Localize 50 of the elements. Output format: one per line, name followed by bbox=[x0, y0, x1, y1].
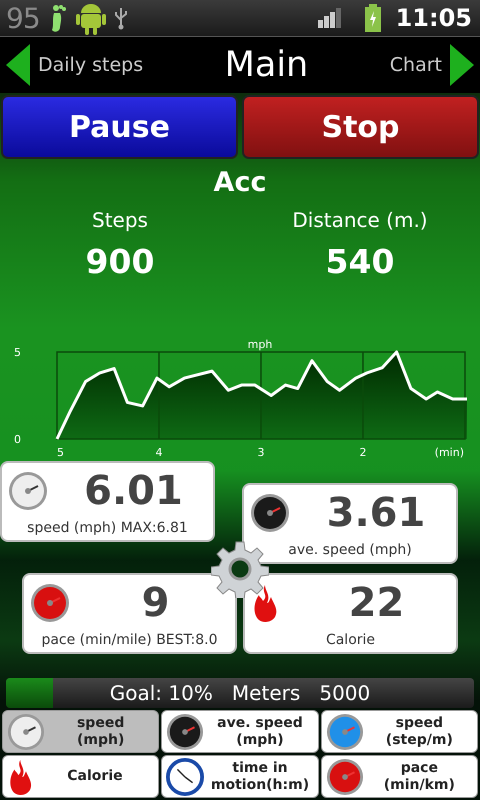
pause-button[interactable]: Pause bbox=[1, 95, 238, 159]
gauge-icon bbox=[250, 493, 290, 534]
metric-value: 9 bbox=[140, 579, 170, 628]
chart-link[interactable]: Chart bbox=[390, 54, 442, 76]
gauge-icon bbox=[166, 712, 204, 750]
signal-icon bbox=[318, 8, 342, 28]
stat-value: 540 bbox=[326, 242, 394, 281]
usb-icon bbox=[114, 6, 128, 30]
axis-label: 5 bbox=[57, 446, 64, 459]
axis-label: 5 bbox=[14, 346, 21, 359]
metric-label: Calorie bbox=[324, 632, 376, 648]
axis-label: 2 bbox=[359, 446, 366, 459]
metric-selector-item[interactable]: speed (mph) bbox=[2, 710, 160, 753]
axis-title: (min) bbox=[434, 446, 464, 459]
gauge-icon bbox=[326, 712, 364, 750]
screen-title: Main bbox=[224, 45, 310, 85]
clock-time: 11:05 bbox=[396, 4, 472, 32]
gauge-icon bbox=[326, 758, 364, 796]
left-arrow-icon[interactable] bbox=[6, 44, 30, 86]
stat-label: Steps bbox=[92, 208, 148, 232]
metric-selector-item[interactable]: pace (min/km) bbox=[320, 755, 478, 798]
stop-button[interactable]: Stop bbox=[242, 95, 479, 159]
gauge-icon bbox=[7, 712, 45, 750]
axis-label: 0 bbox=[14, 433, 21, 446]
step-count: 95 bbox=[6, 2, 40, 34]
axis-label: 4 bbox=[156, 446, 162, 459]
daily-steps-link[interactable]: Daily steps bbox=[38, 54, 144, 76]
metric-label: speed (mph) MAX:6.81 bbox=[26, 520, 189, 536]
chart-title: mph bbox=[248, 338, 272, 351]
stat-value: 900 bbox=[86, 242, 154, 281]
battery-icon bbox=[364, 4, 382, 32]
gauge-icon bbox=[30, 583, 70, 624]
metric-selector-item[interactable]: ave. speed (mph) bbox=[161, 710, 319, 753]
goal-text: Goal: 10% Meters 5000 bbox=[110, 681, 370, 705]
robot-icon bbox=[76, 1, 106, 35]
metric-label: ave. speed (mph) bbox=[287, 542, 413, 558]
metric-value: 22 bbox=[348, 579, 406, 628]
metric-value: 3.61 bbox=[326, 489, 426, 538]
metric-selector-item[interactable]: time in motion(h:m) bbox=[161, 755, 319, 798]
settings-icon[interactable] bbox=[211, 540, 269, 598]
sensor-label: Acc bbox=[212, 167, 268, 198]
metric-value: 6.01 bbox=[83, 467, 184, 516]
gauge-icon bbox=[8, 471, 48, 512]
metric-label: pace (min/mile) BEST:8.0 bbox=[40, 632, 219, 648]
clock-icon bbox=[166, 758, 204, 796]
stat-label: Distance (m.) bbox=[292, 208, 428, 232]
metric-selector-item[interactable]: Calorie bbox=[2, 755, 160, 798]
right-arrow-icon[interactable] bbox=[450, 44, 474, 86]
metric-selector-item[interactable]: speed (step/m) bbox=[320, 710, 478, 753]
axis-label: 3 bbox=[257, 446, 264, 459]
